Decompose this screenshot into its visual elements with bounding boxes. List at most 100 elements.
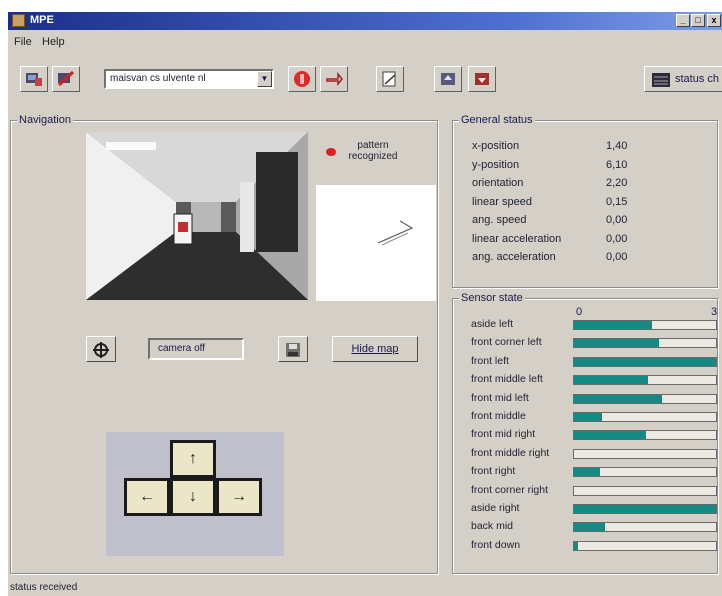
- pattern-recognized-label: pattern recognized: [348, 140, 398, 162]
- sensor-level-fill: [574, 505, 716, 513]
- maximize-button[interactable]: □: [691, 14, 705, 27]
- sensor-level-fill: [574, 357, 716, 366]
- sensor-label: back mid: [471, 520, 514, 533]
- sensor-scale-min: 0: [576, 306, 583, 318]
- floppy-icon: [286, 343, 300, 357]
- status-value: 0,15: [606, 195, 628, 208]
- camera-select-value: camera off: [158, 343, 206, 354]
- route-select[interactable]: maisvan cs ulvente nl ▼: [104, 69, 274, 89]
- status-label: linear acceleration: [472, 232, 562, 245]
- sensor-row: front down: [471, 539, 722, 553]
- disconnect-button[interactable]: [52, 66, 80, 92]
- status-value: 1,40: [606, 140, 628, 152]
- sensor-level-bar: [573, 448, 717, 459]
- stop-button[interactable]: [288, 66, 316, 92]
- status-value: 0,00: [606, 232, 628, 245]
- status-label: ang. speed: [472, 214, 527, 226]
- sensor-row: front corner left: [471, 336, 722, 350]
- sensor-row: front middle: [471, 410, 722, 424]
- close-button[interactable]: x: [707, 14, 721, 27]
- window-title: MPE: [30, 14, 54, 26]
- pattern-indicator: [326, 148, 336, 156]
- sensor-label: front corner left: [471, 336, 542, 349]
- sensor-level-bar: [573, 430, 717, 441]
- minimize-button[interactable]: _: [676, 14, 690, 27]
- main-window: MPE _ □ x File Help maisvan cs ulvente n…: [8, 12, 722, 596]
- sensor-row: front mid left: [471, 392, 722, 406]
- menu-help[interactable]: Help: [42, 36, 65, 48]
- robot-trajectory-icon: [377, 220, 414, 246]
- sensor-label: front down: [471, 538, 521, 551]
- sensor-row: front corner right: [471, 484, 722, 498]
- general-status-title: General status: [459, 114, 535, 126]
- sensor-row: aside right: [471, 502, 722, 516]
- crosshair-icon: [93, 342, 109, 358]
- status-bar: status received: [8, 580, 722, 596]
- connect-button[interactable]: [20, 66, 48, 92]
- sensor-row: front middle right: [471, 447, 722, 461]
- connect-icon: [26, 73, 42, 86]
- map-view-icon: [382, 71, 396, 87]
- sensor-row: front middle left: [471, 373, 722, 387]
- sensor-label: aside left: [471, 318, 514, 330]
- center-target-button[interactable]: [86, 336, 116, 362]
- sensor-level-bar: [573, 375, 717, 386]
- menu-file[interactable]: File: [14, 36, 32, 48]
- sensor-level-fill: [574, 523, 606, 532]
- sensor-level-bar: [573, 412, 717, 422]
- sensor-row: front right: [471, 465, 722, 479]
- sensor-label: aside right: [471, 502, 520, 514]
- refresh-button[interactable]: [320, 66, 348, 92]
- sensor-level-fill: [574, 376, 648, 385]
- status-label: x-position: [472, 140, 520, 152]
- sensor-level-bar: [573, 320, 717, 330]
- move-backward-button[interactable]: ↓: [170, 478, 216, 516]
- status-text: status received: [10, 582, 78, 593]
- move-forward-button[interactable]: ↑: [170, 440, 216, 478]
- status-button[interactable]: status ch: [644, 66, 722, 92]
- camera-down-button[interactable]: [468, 66, 496, 92]
- sensor-level-fill: [574, 339, 660, 348]
- title-bar: MPE _ □ x: [8, 12, 722, 30]
- sensor-label: front mid left: [471, 391, 529, 404]
- camera-select[interactable]: camera off: [148, 338, 244, 360]
- status-value: 0,00: [606, 251, 628, 263]
- navigation-group-title: Navigation: [17, 114, 73, 126]
- sensor-label: front middle: [471, 410, 526, 422]
- sensor-level-fill: [574, 541, 579, 550]
- map-view: [316, 185, 436, 301]
- sensor-level-bar: [573, 467, 717, 478]
- hide-map-button[interactable]: Hide map: [332, 336, 418, 362]
- status-value: 2,20: [606, 177, 628, 189]
- sensor-row: front left: [471, 355, 722, 369]
- arrow-keypad: ↑ ← ↓ →: [106, 432, 284, 556]
- chevron-down-icon[interactable]: ▼: [257, 71, 272, 87]
- sensor-state-title: Sensor state: [459, 292, 525, 304]
- sensor-label: front middle right: [471, 446, 550, 459]
- map-view-button[interactable]: [376, 66, 404, 92]
- refresh-icon: [326, 71, 343, 87]
- sensor-row: front mid right: [471, 428, 722, 442]
- sensor-label: front middle left: [471, 373, 543, 386]
- sensor-label: front left: [471, 354, 509, 367]
- sensor-level-fill: [574, 468, 600, 477]
- menu-bar: File Help: [8, 34, 722, 50]
- turn-left-button[interactable]: ←: [124, 478, 170, 516]
- route-select-value: maisvan cs ulvente nl: [110, 73, 206, 84]
- sensor-row: back mid: [471, 520, 722, 534]
- status-value: 6,10: [606, 158, 628, 171]
- toolbar: maisvan cs ulvente nl ▼ status ch: [8, 62, 722, 96]
- camera-down-icon: [475, 73, 489, 85]
- turn-right-button[interactable]: →: [216, 478, 262, 516]
- status-label: linear speed: [472, 195, 532, 208]
- sensor-level-bar: [573, 338, 717, 349]
- status-label: y-position: [472, 158, 520, 171]
- sensor-level-bar: [573, 522, 717, 533]
- sensor-level-fill: [574, 431, 647, 440]
- sensor-level-fill: [574, 394, 663, 403]
- disconnect-icon: [57, 70, 75, 87]
- save-map-button[interactable]: [278, 336, 308, 362]
- stop-icon: [294, 71, 310, 87]
- status-label: ang. acceleration: [472, 251, 556, 263]
- camera-up-button[interactable]: [434, 66, 462, 92]
